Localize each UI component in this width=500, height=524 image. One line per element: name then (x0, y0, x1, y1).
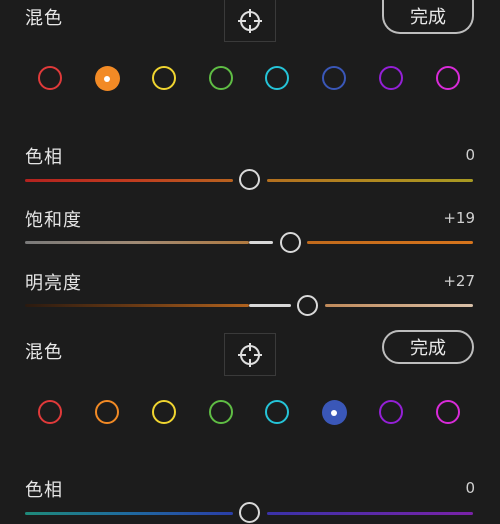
saturation-track-fill[interactable] (249, 241, 273, 244)
luminance-label: 明亮度 (25, 273, 82, 294)
saturation-value: +19 (443, 209, 475, 227)
swatch-magenta[interactable] (436, 66, 460, 90)
hue-track-left[interactable] (25, 179, 233, 182)
done-button-2[interactable]: 完成 (382, 330, 474, 364)
hue-value: 0 (465, 146, 475, 164)
swatch-purple[interactable] (379, 400, 403, 424)
swatch-magenta[interactable] (436, 400, 460, 424)
luminance-track-left[interactable] (25, 304, 249, 307)
swatch-blue[interactable] (322, 66, 346, 90)
section-title-mix: 混色 (25, 8, 63, 29)
swatch-aqua[interactable] (265, 66, 289, 90)
hue-slider-thumb-2[interactable] (239, 502, 260, 523)
hue-value-2: 0 (465, 479, 475, 497)
hue-track-right[interactable] (267, 179, 473, 182)
section-title-mix-2: 混色 (25, 342, 63, 363)
luminance-track-fill[interactable] (249, 304, 291, 307)
swatch-orange[interactable] (94, 66, 120, 91)
hue-label: 色相 (25, 147, 63, 168)
luminance-slider-thumb[interactable] (297, 295, 318, 316)
swatch-green[interactable] (209, 66, 233, 90)
target-icon (238, 8, 262, 33)
saturation-slider-thumb[interactable] (280, 232, 301, 253)
swatch-red[interactable] (38, 66, 62, 90)
color-picker-button[interactable] (224, 0, 276, 42)
color-swatches (0, 66, 500, 96)
swatch-yellow[interactable] (152, 66, 176, 90)
color-swatches-2 (0, 400, 500, 430)
swatch-red[interactable] (38, 400, 62, 424)
saturation-track-left[interactable] (25, 241, 249, 244)
swatch-aqua[interactable] (265, 400, 289, 424)
saturation-track-right[interactable] (307, 241, 473, 244)
swatch-yellow[interactable] (152, 400, 176, 424)
color-picker-button-2[interactable] (224, 333, 276, 376)
hue-track-left-2[interactable] (25, 512, 233, 515)
target-icon (238, 342, 262, 367)
hue-slider-thumb[interactable] (239, 169, 260, 190)
saturation-label: 饱和度 (25, 210, 82, 231)
swatch-green[interactable] (209, 400, 233, 424)
hue-track-right-2[interactable] (267, 512, 473, 515)
swatch-orange[interactable] (95, 400, 119, 424)
luminance-track-right[interactable] (325, 304, 473, 307)
swatch-purple[interactable] (379, 66, 403, 90)
hue-label-2: 色相 (25, 480, 63, 501)
luminance-value: +27 (443, 272, 475, 290)
done-button[interactable]: 完成 (382, 0, 474, 34)
swatch-blue[interactable] (321, 400, 347, 425)
